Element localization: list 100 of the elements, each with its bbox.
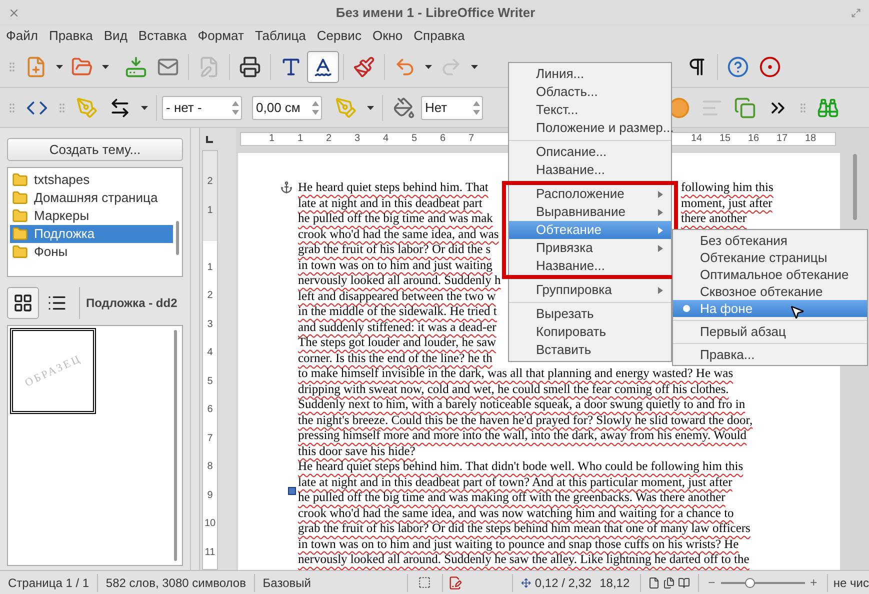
line-width-field[interactable]: 0,00 см (252, 96, 322, 120)
theme-list-item[interactable]: Подложка (10, 225, 173, 243)
document-text-line: in town was on to him and just waiting to pounce and snap those cuffs on his wrists? He (298, 536, 739, 552)
menu-item[interactable]: Текст... (509, 101, 671, 119)
menu-item[interactable]: Без обтекания (673, 232, 867, 249)
word-count: 582 слов, 3080 символов (104, 574, 247, 592)
ruler-number: 1 (269, 133, 275, 145)
document-text-line: The steps got louder and louder, he saw (298, 335, 496, 350)
menu-item[interactable]: Название... (509, 257, 671, 275)
document-text-line: to make himself invisible in the dark, was all that planning and energy wasted? He was (298, 366, 734, 382)
autospellcheck-button[interactable] (307, 50, 339, 82)
menu-item[interactable]: Вставить (509, 341, 671, 359)
spin-arrows-icon (473, 100, 480, 114)
ruler-number: 16 (748, 133, 760, 145)
menu-item[interactable]: Сквозное обтекание (673, 283, 867, 300)
submenu-arrow-icon (658, 244, 663, 252)
document-text-line: pressing himself more and more into the wall, into the dark, away from his enemy. Would (298, 428, 747, 444)
arrows-icon (109, 96, 131, 118)
document-text-line: the night's breeze. Could this be the haven he'd prayed for? Slowly he slid toward the door, (298, 412, 753, 428)
size-text: 18,12 (598, 574, 631, 592)
close-icon[interactable] (8, 7, 20, 19)
ruler-number: 17 (776, 133, 788, 145)
caret-icon (366, 106, 374, 110)
submenu-item[interactable]: Расположение (509, 185, 671, 203)
document-text-line: this door save his hide? (298, 444, 416, 459)
menu-item[interactable]: Название... (509, 161, 671, 179)
multi-page-view-icon[interactable] (663, 576, 676, 588)
menu-bar-item[interactable]: Таблица (254, 26, 306, 46)
theme-list-item[interactable]: Маркеры (10, 207, 173, 225)
document-text-line: late at night and in this deadbeat part (298, 196, 482, 211)
menu-bar-item[interactable]: Формат (198, 26, 244, 46)
document-text-line: nervously looked all around. Suddenly h (298, 273, 501, 288)
page-style: Базовый (262, 574, 312, 592)
caret-icon (424, 64, 432, 68)
ruler-number: 6 (440, 133, 446, 145)
folder-icon (12, 172, 28, 188)
grid-icon (13, 293, 33, 313)
theme-list-item[interactable]: Домашняя страница (10, 189, 173, 207)
mouse-pointer-icon (789, 304, 805, 320)
line-style-dropdown[interactable]: - нет - (162, 96, 242, 120)
selection-handle[interactable] (288, 487, 296, 495)
document-text-line: corner. Is this the end of the line? he th (298, 350, 492, 366)
scrollbar-thumb[interactable] (176, 221, 179, 255)
menu-item[interactable]: Область... (509, 83, 671, 101)
position-text: 0,12 / 2,32 (534, 574, 592, 592)
document-text-line: following him this (681, 180, 774, 196)
new-theme-button[interactable]: Создать тему... (7, 138, 183, 161)
ruler-number: 5 (206, 376, 214, 386)
redo-icon (440, 56, 462, 78)
submenu-item[interactable]: Выравнивание (509, 203, 671, 221)
scrollbar-thumb[interactable] (174, 330, 177, 561)
ruler-number: 8 (206, 462, 214, 472)
submenu-item[interactable]: Привязка (509, 239, 671, 257)
document-text-line: grab the fruit of his labor? Or did the steps behind him mean that one of many law officers (298, 521, 750, 536)
menu-item[interactable]: Линия... (509, 65, 671, 83)
document-text-line: crook who'd had the same idea, and was (298, 226, 499, 242)
document-text-line: moment, just after (681, 196, 772, 211)
menu-bar-item[interactable]: Справка (414, 26, 465, 46)
ruler-number: 15 (720, 133, 731, 145)
caret-icon (56, 64, 62, 68)
scrollbar-thumb[interactable] (852, 154, 856, 220)
zoom-slider-thumb[interactable] (745, 578, 756, 588)
undo-icon (394, 56, 416, 78)
anchor-icon (280, 181, 293, 194)
theme-list-item[interactable]: Фоны (10, 243, 173, 261)
menu-item[interactable]: Обтекание страницы (673, 249, 867, 266)
area-style-dropdown[interactable]: Нет (421, 96, 483, 120)
single-page-view-icon[interactable] (648, 576, 660, 588)
menu-bar-item[interactable]: Сервис (316, 26, 362, 46)
radio-dot-icon (683, 305, 690, 312)
menu-bar-item[interactable]: Вставка (138, 26, 187, 46)
menu-item[interactable]: Первый абзац (673, 323, 867, 340)
ruler-number: 3 (206, 320, 214, 330)
document-text-line: he pulled off the big time and was mak (298, 211, 493, 226)
menu-item[interactable]: Правка... (673, 346, 867, 363)
document-text-line: late at night and in this deadbeat part of town? And at this particular moment, just after (298, 474, 732, 490)
ruler-number: 11 (204, 548, 216, 558)
ruler-number: 9 (206, 490, 214, 500)
submenu-item[interactable]: Группировка (509, 281, 671, 299)
selection-mode-icon[interactable] (418, 576, 432, 589)
maximize-icon[interactable] (851, 8, 861, 18)
caret-icon (470, 64, 478, 68)
menu-item[interactable]: Положение и размер... (509, 119, 671, 137)
ruler-number: 14 (691, 133, 702, 145)
ruler-number: 1 (206, 262, 214, 272)
ruler-number: 4 (383, 133, 389, 145)
menu-item[interactable]: Копировать (509, 323, 671, 341)
theme-list-item[interactable]: txtshapes (10, 171, 173, 189)
menu-bar-item[interactable]: Окно (372, 26, 403, 46)
book-view-icon[interactable] (678, 576, 690, 588)
menu-bar-item[interactable]: Правка (48, 26, 93, 46)
menu-bar-item[interactable]: Файл (6, 26, 38, 46)
menu-item[interactable]: Оптимальное обтекание (673, 266, 867, 283)
icon-view-button[interactable] (7, 287, 39, 319)
menu-bar-item[interactable]: Вид (104, 26, 128, 46)
menu-item[interactable]: Описание... (509, 143, 671, 161)
signature-icon[interactable] (448, 576, 462, 590)
tab-stop-icon[interactable] (206, 136, 213, 142)
menu-item[interactable]: Вырезать (509, 305, 671, 323)
zoom-in-icon[interactable] (809, 577, 819, 588)
